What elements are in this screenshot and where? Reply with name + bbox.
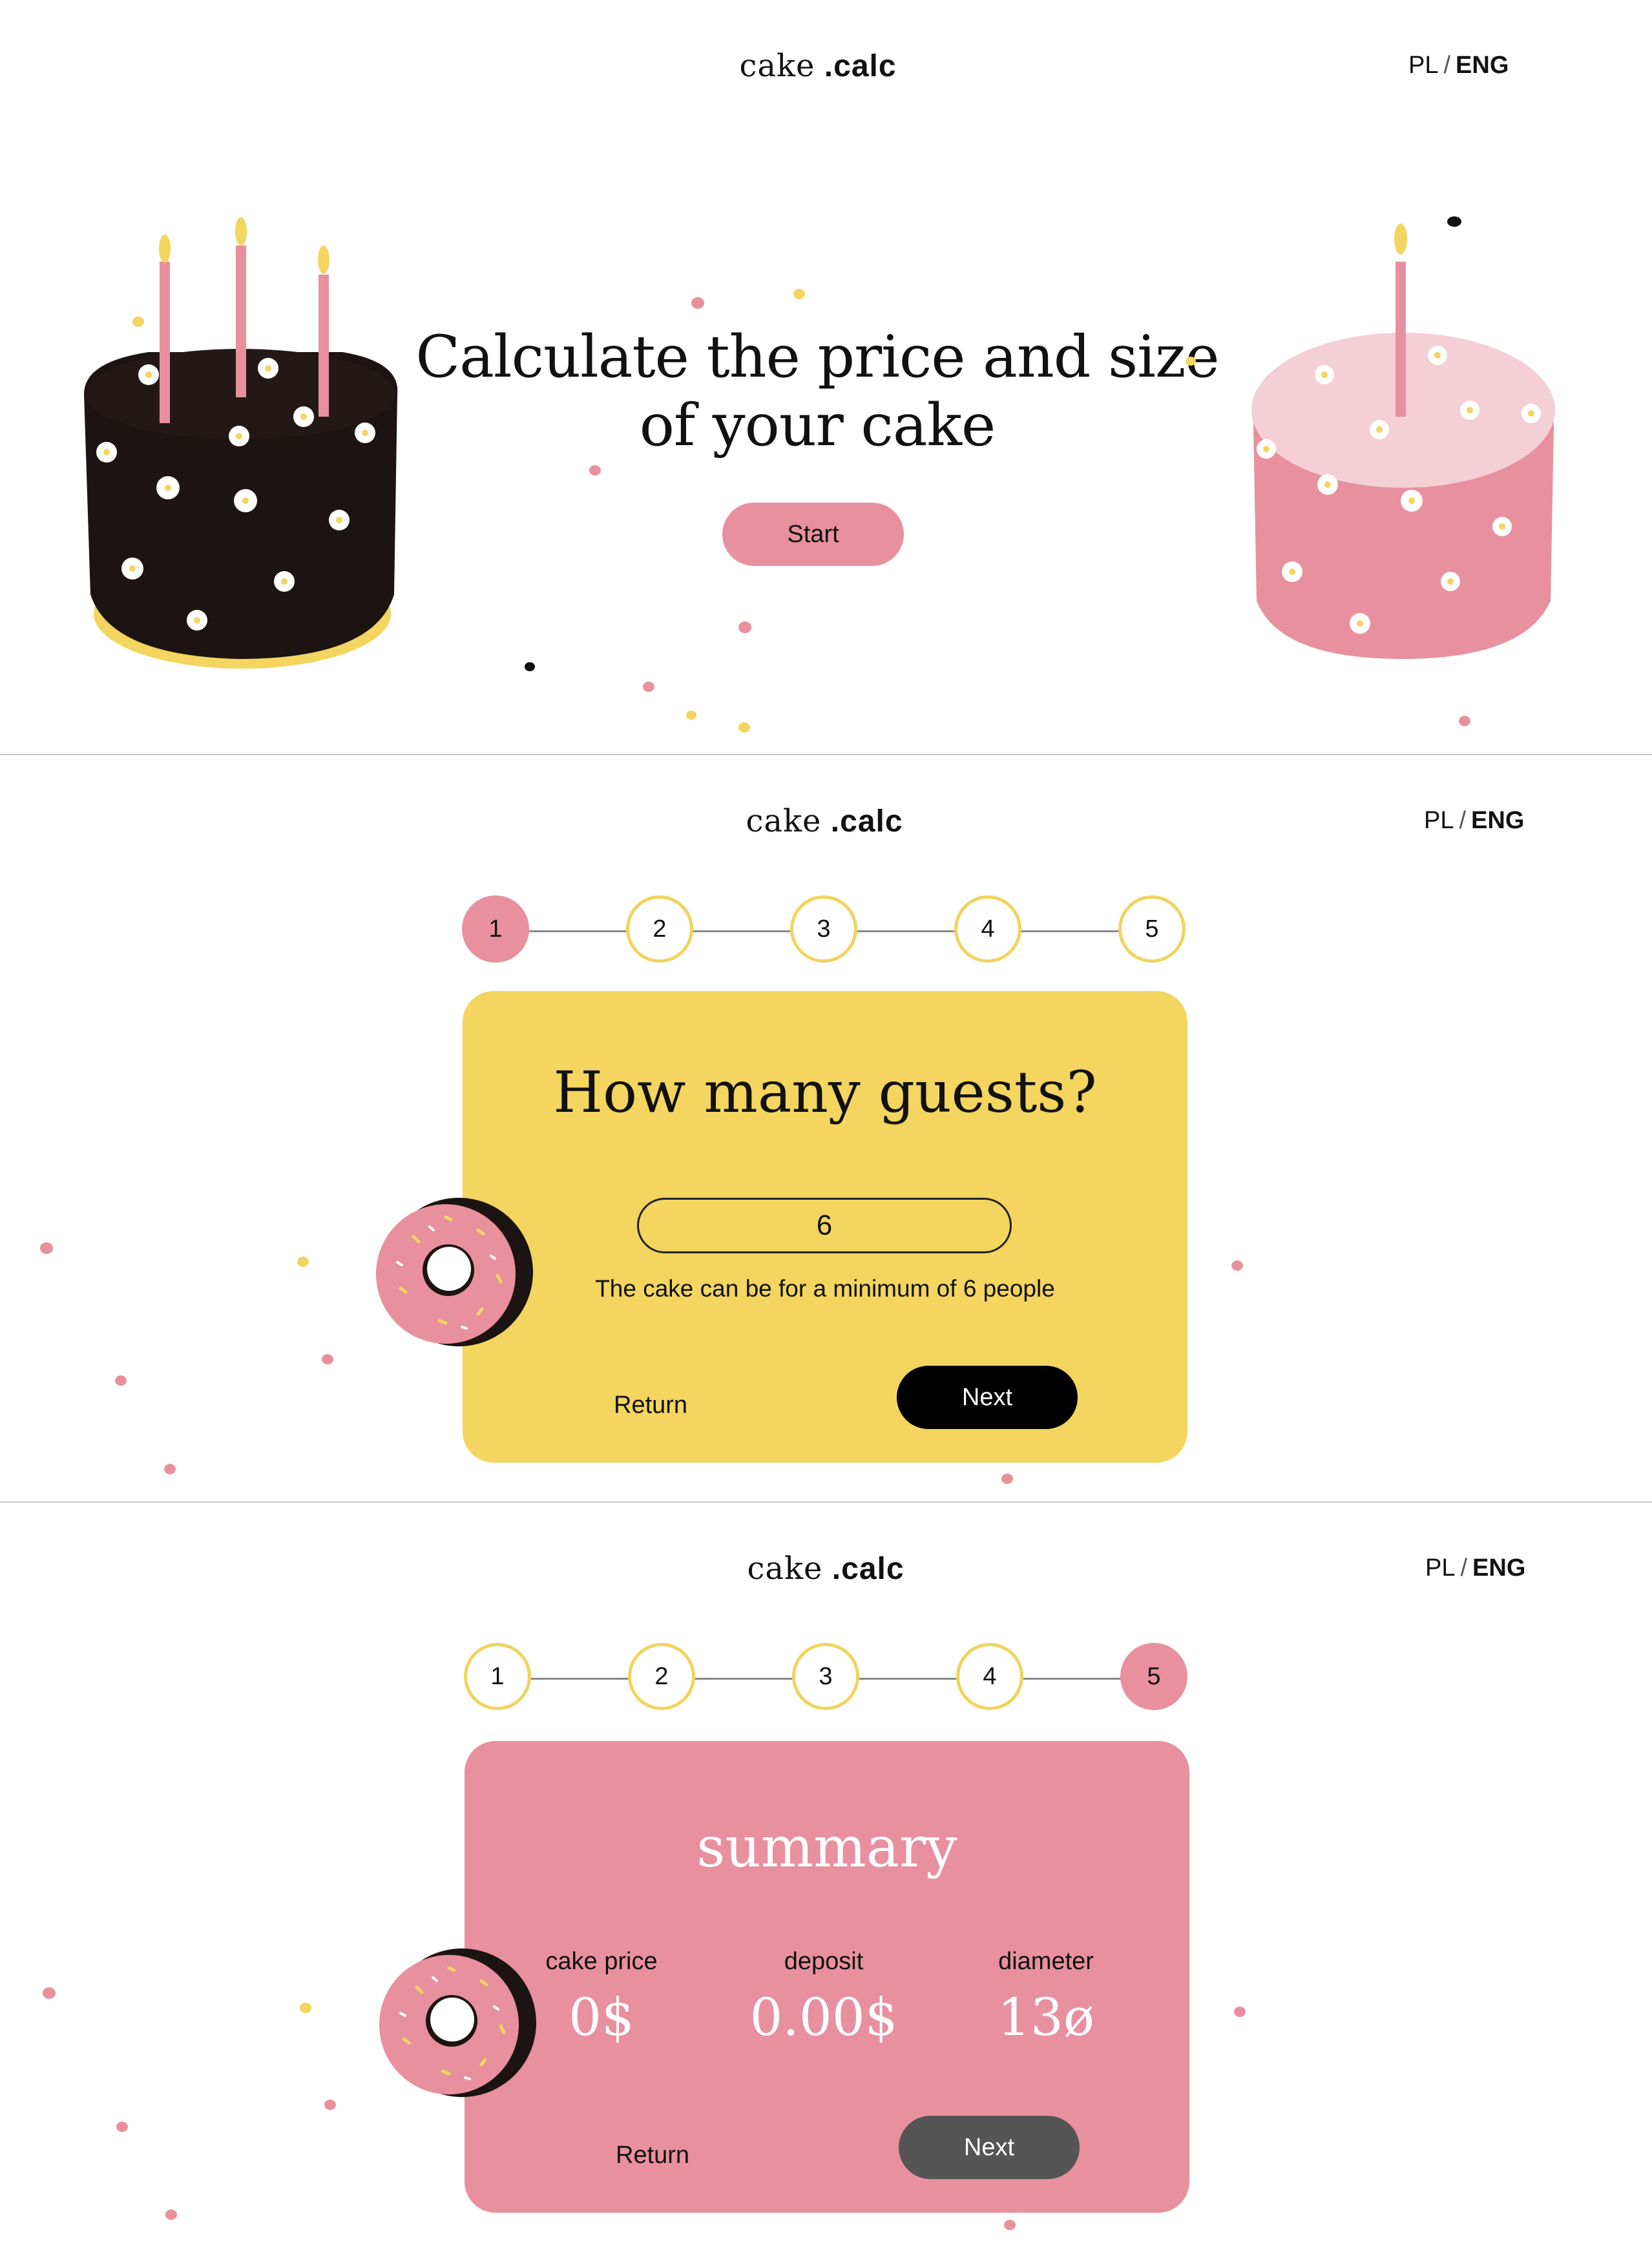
step-4[interactable]: 4 [954,895,1021,963]
lang-pl-link[interactable]: PL [1408,52,1438,79]
sprinkle-decoration [164,1464,176,1474]
summary-step-screen: cake .calc PL / ENG 1 2 3 4 5 summary cake… [0,1503,1652,2245]
sprinkle-decoration [691,297,704,309]
pink-cake-illustration [1251,224,1555,659]
guests-question: How many guests? [553,1059,1097,1125]
step-indicator: 1 2 3 4 5 [461,895,1187,966]
sprinkle-decoration [116,2122,128,2132]
lang-eng-link[interactable]: ENG [1471,807,1524,834]
sprinkle-decoration [525,662,535,671]
diameter-value: 13ø [998,1987,1094,2047]
donut-illustration [376,1198,533,1346]
lang-separator: / [1459,807,1467,834]
logo-calc: .calc [831,1552,904,1586]
lang-eng-link[interactable]: ENG [1456,52,1509,79]
sprinkle-decoration [165,2209,177,2220]
sprinkle-decoration [1231,1260,1243,1271]
sprinkle-decoration [1234,2007,1246,2017]
logo-calc: .calc [830,804,903,839]
step-5[interactable]: 5 [1120,1643,1187,1710]
logo[interactable]: cake .calc [695,803,954,839]
deposit-value: 0.00$ [749,1987,898,2047]
step-2[interactable]: 2 [628,1643,695,1710]
return-button[interactable]: Return [572,1392,753,1419]
sprinkle-decoration [686,711,696,720]
step-2[interactable]: 2 [626,895,693,963]
lang-separator: / [1443,52,1451,79]
sprinkle-decoration [297,1257,309,1267]
logo-word: cake [747,1551,823,1587]
sprinkle-decoration [793,289,805,299]
hero-title-line2: of your cake [639,392,996,459]
step-3[interactable]: 3 [792,1643,859,1710]
summary-diameter: diameter 13ø [949,1948,1143,2047]
landing-screen: cake .calc PL / ENG Calculate the price … [0,0,1652,754]
sprinkle-decoration [40,1242,53,1254]
guests-hint: The cake can be for a minimum of 6 peopl… [595,1275,1055,1302]
start-button[interactable]: Start [722,503,904,566]
sprinkle-decoration [1186,357,1196,366]
step-4[interactable]: 4 [956,1643,1023,1710]
sprinkle-decoration [738,621,751,633]
guests-input[interactable] [637,1198,1012,1253]
sprinkle-decoration [324,2100,336,2110]
donut-illustration [379,1948,536,2097]
dark-cake-illustration [84,217,398,669]
deposit-label: deposit [784,1948,864,1975]
summary-card: summary cake price 0$ deposit 0.00$ diam… [465,1741,1189,2213]
logo-calc: .calc [824,49,897,83]
step-5[interactable]: 5 [1118,895,1186,963]
language-switch: PL / ENG [1424,807,1524,835]
next-button[interactable]: Next [899,2116,1080,2179]
lang-pl-link[interactable]: PL [1424,807,1454,834]
sprinkle-decoration [738,722,750,733]
logo-word: cake [746,803,822,839]
sprinkle-decoration [1459,716,1470,726]
hero-title-line1: Calculate the price and size [415,323,1219,391]
sprinkle-decoration [589,465,601,475]
sprinkle-decoration [115,1375,127,1386]
step-3[interactable]: 3 [790,895,857,963]
sprinkle-decoration [43,1987,56,1999]
logo[interactable]: cake .calc [689,48,947,84]
lang-pl-link[interactable]: PL [1425,1554,1455,1582]
lang-eng-link[interactable]: ENG [1472,1554,1525,1582]
step-1[interactable]: 1 [462,895,529,963]
lang-separator: / [1460,1554,1468,1582]
sprinkle-decoration [322,1354,333,1364]
step-indicator: 1 2 3 4 5 [463,1643,1189,1714]
step-1[interactable]: 1 [464,1643,531,1710]
summary-deposit: deposit 0.00$ [727,1948,921,2047]
diameter-label: diameter [998,1948,1094,1975]
sprinkle-decoration [1001,1474,1013,1484]
sprinkle-decoration [132,317,144,327]
guests-step-screen: cake .calc PL / ENG 1 2 3 4 5 How many gue… [0,755,1652,1501]
next-button[interactable]: Next [897,1366,1078,1429]
logo[interactable]: cake .calc [696,1551,955,1587]
logo-word: cake [739,48,815,84]
sprinkle-decoration [1004,2220,1016,2230]
language-switch: PL / ENG [1408,52,1509,79]
guests-card: How many guests? The cake can be for a m… [463,991,1187,1463]
summary-title: summary [696,1815,957,1880]
sprinkle-decoration [643,682,654,692]
sprinkle-decoration [300,2003,311,2013]
hero-title: Calculate the price and size of your cak… [388,323,1247,460]
return-button[interactable]: Return [574,2142,755,2169]
sprinkle-decoration [1447,216,1461,227]
language-switch: PL / ENG [1425,1554,1525,1582]
